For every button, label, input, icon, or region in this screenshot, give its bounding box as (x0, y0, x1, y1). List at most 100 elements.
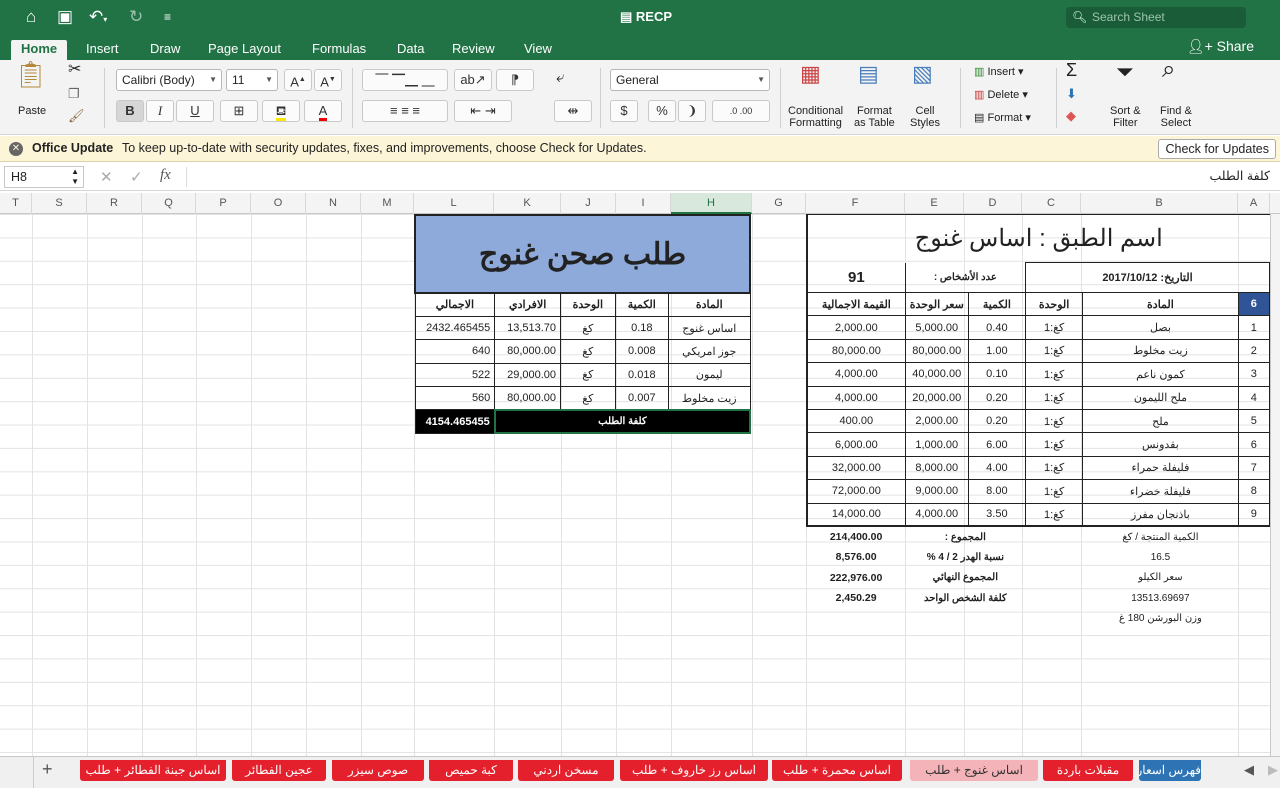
order-cell-item[interactable]: زيت مخلوط (668, 386, 751, 411)
find-magnifier-icon[interactable]: ⌕ (1162, 58, 1175, 82)
recipe-cell-item[interactable]: كمون ناعم (1082, 362, 1239, 387)
summary-label[interactable] (905, 608, 1025, 629)
recipe-cell-item[interactable]: بقدونس (1082, 432, 1239, 457)
recipe-cell-total[interactable]: 80,000.00 (805, 338, 906, 364)
vertical-align-buttons[interactable]: ⎺ ▔▁ ⎽ (362, 69, 448, 91)
column-header-a[interactable]: A (1238, 193, 1270, 214)
summary-value[interactable] (807, 608, 905, 629)
name-box[interactable]: H8 ▲ ▼ (4, 166, 84, 188)
recipe-cell-item[interactable]: ملح الليمون (1082, 385, 1239, 410)
sheet-tab[interactable]: اساس محمرة + طلب (772, 760, 902, 781)
customize-toolbar-icon[interactable]: ≡ (164, 7, 171, 27)
column-header-r[interactable]: R (87, 193, 142, 214)
persons-label[interactable]: عدد الأشخاص : (904, 262, 1026, 293)
summary-value[interactable]: 2,450.29 (807, 588, 905, 609)
empty-cell[interactable] (1025, 567, 1082, 588)
sheet-tab[interactable]: اساس غنوج + طلب (910, 760, 1038, 781)
column-header-i[interactable]: I (616, 193, 671, 214)
recipe-cell-idx[interactable]: 6 (1237, 432, 1270, 457)
recipe-cell-total[interactable]: 2,000.00 (805, 315, 906, 340)
tab-insert[interactable]: Insert (76, 40, 129, 60)
recipe-cell-unit_price[interactable]: 80,000.00 (904, 338, 969, 364)
empty-cell[interactable] (1025, 588, 1082, 609)
recipe-cell-unit[interactable]: كغ:1 (1024, 315, 1084, 340)
sheet-tab[interactable]: فهرس اسعار (1139, 760, 1201, 781)
recipe-cell-unit_price[interactable]: 20,000.00 (904, 385, 969, 410)
column-header-k[interactable]: K (494, 193, 561, 214)
recipe-cell-unit_price[interactable]: 9,000.00 (904, 479, 969, 504)
worksheet-grid[interactable]: طلب صحن غنوج الاجمالي الافرادي الوحدة ال… (0, 214, 1270, 756)
scroll-right-icon[interactable]: ▶ (1268, 762, 1278, 778)
redo-icon[interactable]: ↻ (129, 7, 143, 27)
recipe-cell-unit[interactable]: كغ:1 (1024, 338, 1084, 364)
formula-input[interactable]: كلفة الطلب (1209, 168, 1270, 183)
summary-value[interactable]: 8,576.00 (807, 547, 905, 568)
header-unit[interactable]: الوحدة (560, 292, 616, 317)
summary-note[interactable]: الكمية المنتجة / كغ (1083, 526, 1238, 547)
tab-data[interactable]: Data (387, 40, 434, 60)
recipe-cell-qty[interactable]: 8.00 (967, 479, 1026, 504)
order-cost-label[interactable]: كلفة الطلب (493, 408, 752, 435)
column-header-f[interactable]: F (806, 193, 905, 214)
header-unit-price[interactable]: الافرادي (494, 292, 562, 317)
format-cells-button[interactable]: ▤ Format ▾ (974, 112, 1031, 124)
tab-page-layout[interactable]: Page Layout (198, 40, 291, 60)
percent-button[interactable]: % (648, 100, 676, 122)
fill-color-button[interactable]: ⛾ (262, 100, 300, 122)
column-header-o[interactable]: O (251, 193, 306, 214)
summary-label[interactable]: كلفة الشخص الواحد (905, 588, 1025, 609)
recipe-cell-item[interactable]: فليفلة حمراء (1082, 455, 1239, 481)
recipe-cell-total[interactable]: 400.00 (805, 408, 906, 434)
order-cell-unit_price[interactable]: 80,000.00 (494, 386, 562, 411)
order-cell-total[interactable]: 640 (414, 339, 496, 364)
recipe-cell-item[interactable]: ملح (1082, 408, 1239, 434)
font-name-select[interactable]: Calibri (Body) ▼ (116, 69, 222, 91)
recipe-cell-unit_price[interactable]: 2,000.00 (904, 408, 969, 434)
empty-cell[interactable] (1238, 608, 1269, 629)
empty-cell[interactable] (1238, 526, 1269, 547)
recipe-cell-unit[interactable]: كغ:1 (1024, 385, 1084, 410)
copy-icon[interactable]: ❐ (68, 87, 80, 100)
summary-label[interactable]: المجموع النهائي (905, 567, 1025, 588)
format-painter-icon[interactable]: 🖌︎ (68, 109, 85, 122)
align-center-icon[interactable]: ≡ (401, 103, 409, 118)
recipe-cell-unit[interactable]: كغ:1 (1024, 479, 1084, 504)
summary-note[interactable]: 16.5 (1083, 547, 1238, 568)
recipe-cell-qty[interactable]: 0.10 (967, 362, 1026, 387)
empty-cell[interactable] (1238, 567, 1269, 588)
increase-font-size-button[interactable]: A▲ (284, 69, 312, 91)
recipe-cell-total[interactable]: 4,000.00 (805, 362, 906, 387)
sheet-tab[interactable]: اساس رز خاروف + طلب (620, 760, 768, 781)
share-button[interactable]: 👤︎+ Share (1187, 38, 1254, 55)
column-header-b[interactable]: B (1081, 193, 1238, 214)
align-bottom-icon[interactable]: ⎽ (422, 72, 435, 87)
font-size-select[interactable]: 11 ▼ (226, 69, 278, 91)
recipe-cell-total[interactable]: 72,000.00 (805, 479, 906, 504)
recipe-cell-qty[interactable]: 0.40 (967, 315, 1026, 340)
delete-cells-button[interactable]: ▥ Delete ▾ (974, 89, 1028, 101)
header-item[interactable]: المادة (1082, 291, 1239, 317)
recipe-cell-unit[interactable]: كغ:1 (1024, 408, 1084, 434)
recipe-cell-item[interactable]: زيت مخلوط (1082, 338, 1239, 364)
empty-cell[interactable] (1025, 526, 1082, 547)
summary-value[interactable]: 214,400.00 (807, 526, 905, 547)
bold-button[interactable]: B (116, 100, 144, 122)
header-total-value[interactable]: القيمة الاجمالية (805, 291, 906, 317)
conditional-formatting-icon[interactable]: ▦ (800, 63, 821, 85)
sheet-tab[interactable]: عجين الفطائر (232, 760, 326, 781)
paste-label[interactable]: Paste (18, 105, 46, 117)
recipe-title[interactable]: اسم الطبق : اساس غنوج (806, 214, 1270, 263)
order-cell-unit[interactable]: كغ (560, 386, 616, 411)
tab-view[interactable]: View (514, 40, 562, 60)
column-header-e[interactable]: E (905, 193, 964, 214)
recipe-cell-unit_price[interactable]: 4,000.00 (904, 502, 969, 528)
order-cell-qty[interactable]: 0.007 (614, 386, 670, 411)
recipe-cell-item[interactable]: باذنجان مفرز (1082, 502, 1239, 528)
indent-buttons[interactable]: ⇤ ⇥ (454, 100, 512, 122)
summary-label[interactable]: نسبة الهدر 2 / 4 % (905, 547, 1025, 568)
summary-note[interactable]: 13513.69697 (1083, 588, 1238, 609)
decrease-indent-icon[interactable]: ⇤ (470, 103, 481, 118)
recipe-cell-unit_price[interactable]: 8,000.00 (904, 455, 969, 481)
add-sheet-icon[interactable]: + (42, 759, 53, 780)
column-header-g[interactable]: G (752, 193, 806, 214)
